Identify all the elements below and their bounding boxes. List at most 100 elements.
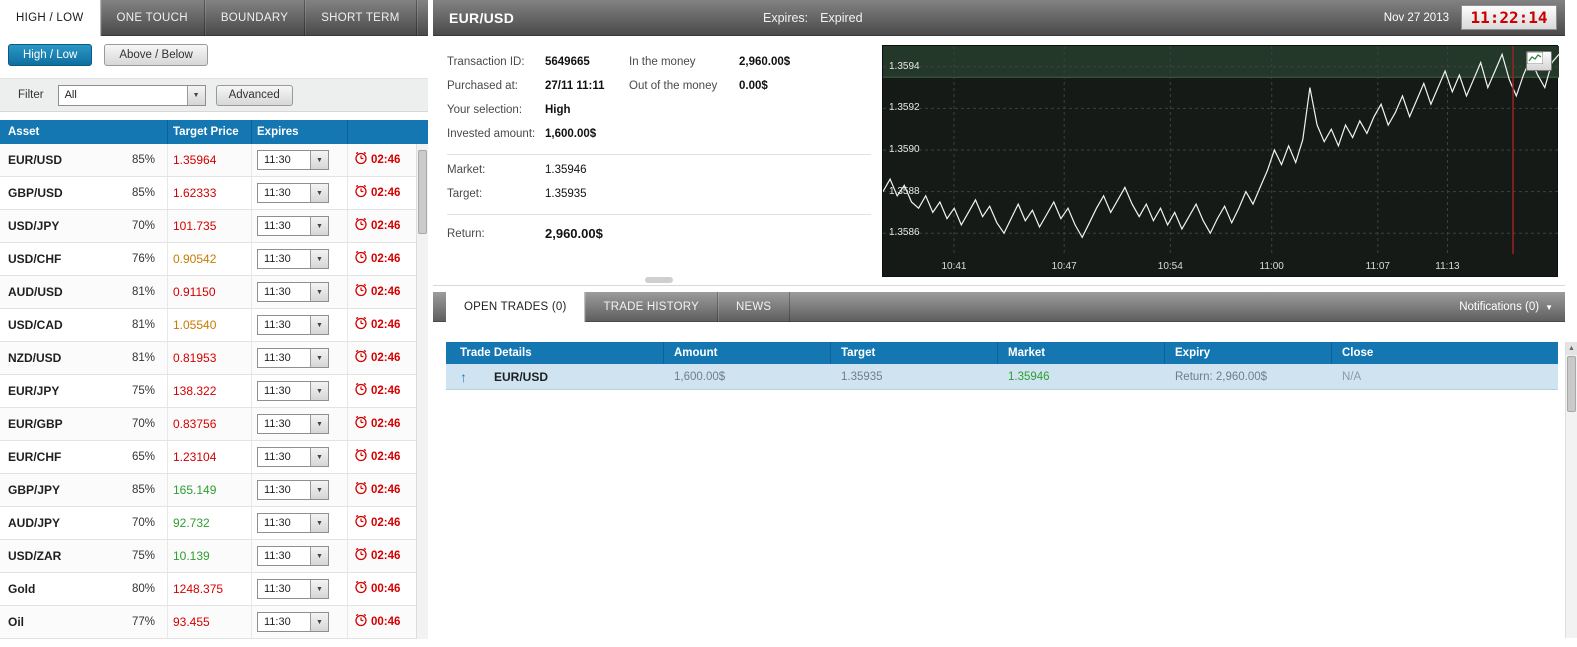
asset-row[interactable]: EUR/JPY 75% 138.322 11:30 ▼ xyxy=(0,375,416,408)
expires-select-value: 11:30 xyxy=(258,253,310,265)
expires-select[interactable]: 11:30 ▼ xyxy=(257,546,329,566)
countdown-time: 02:46 xyxy=(371,154,400,166)
asset-row[interactable]: NZD/USD 81% 0.81953 11:30 ▼ xyxy=(0,342,416,375)
asset-row[interactable]: EUR/USD 85% 1.35964 11:30 ▼ xyxy=(0,144,416,177)
scrollbar-thumb[interactable] xyxy=(1567,356,1576,412)
expires-column-header: Expires xyxy=(252,120,348,144)
dropdown-arrow-icon[interactable]: ▼ xyxy=(187,86,205,105)
asset-row[interactable]: AUD/JPY 70% 92.732 11:30 ▼ xyxy=(0,507,416,540)
expires-select-value: 11:30 xyxy=(258,550,310,562)
expires-select[interactable]: 11:30 ▼ xyxy=(257,150,329,170)
asset-row[interactable]: Oil 77% 93.455 11:30 ▼ xyxy=(0,606,416,639)
expires-select[interactable]: 11:30 ▼ xyxy=(257,414,329,434)
tab-short-term[interactable]: SHORT TERM xyxy=(305,0,416,36)
dropdown-arrow-icon[interactable]: ▼ xyxy=(310,382,328,400)
asset-row[interactable]: AUD/USD 81% 0.91150 11:30 ▼ xyxy=(0,276,416,309)
expires-select[interactable]: 11:30 ▼ xyxy=(257,381,329,401)
asset-payout: 75% xyxy=(132,385,167,397)
asset-name: NZD/USD xyxy=(0,351,132,365)
scroll-up-icon[interactable]: ▲ xyxy=(1566,342,1577,355)
dropdown-arrow-icon[interactable]: ▼ xyxy=(310,184,328,202)
tab-boundary[interactable]: BOUNDARY xyxy=(205,0,305,36)
dropdown-arrow-icon[interactable]: ▼ xyxy=(310,580,328,598)
asset-row[interactable]: GBP/JPY 85% 165.149 11:30 ▼ xyxy=(0,474,416,507)
dropdown-arrow-icon[interactable]: ▼ xyxy=(310,613,328,631)
dropdown-arrow-icon[interactable]: ▼ xyxy=(310,349,328,367)
asset-name: EUR/CHF xyxy=(0,450,132,464)
current-date: Nov 27 2013 xyxy=(1384,0,1449,36)
tab-trade-history[interactable]: TRADE HISTORY xyxy=(585,292,717,322)
market-value: 1.35946 xyxy=(545,164,587,176)
return-label: Return: xyxy=(447,228,485,240)
asset-row[interactable]: USD/ZAR 75% 10.139 11:30 ▼ xyxy=(0,540,416,573)
dropdown-arrow-icon[interactable]: ▼ xyxy=(310,151,328,169)
asset-target-price: 92.732 xyxy=(173,516,210,530)
asset-payout: 70% xyxy=(132,517,167,529)
expires-select[interactable]: 11:30 ▼ xyxy=(257,480,329,500)
high-low-mode-button[interactable]: High / Low xyxy=(8,44,92,66)
in-the-money-label: In the money xyxy=(629,56,695,68)
expires-select[interactable]: 11:30 ▼ xyxy=(257,216,329,236)
asset-target-price: 1.05540 xyxy=(173,318,216,332)
expires-select[interactable]: 11:30 ▼ xyxy=(257,612,329,632)
tab-one-touch[interactable]: ONE TOUCH xyxy=(101,0,205,36)
dropdown-arrow-icon[interactable]: ▼ xyxy=(310,283,328,301)
dropdown-arrow-icon[interactable]: ▼ xyxy=(310,481,328,499)
tab-high-low[interactable]: HIGH / LOW xyxy=(0,0,101,36)
tab-open-trades[interactable]: OPEN TRADES (0) xyxy=(446,292,585,322)
selection-label: Your selection: xyxy=(447,104,522,116)
filter-bar: Filter All ▼ Advanced xyxy=(0,78,428,112)
expires-select[interactable]: 11:30 ▼ xyxy=(257,447,329,467)
asset-payout: 77% xyxy=(132,616,167,628)
chart-x-tick: 11:13 xyxy=(1427,261,1467,272)
notifications-dropdown[interactable]: Notifications (0)▼ xyxy=(1447,292,1565,322)
asset-payout: 70% xyxy=(132,418,167,430)
asset-row[interactable]: EUR/CHF 65% 1.23104 11:30 ▼ xyxy=(0,441,416,474)
asset-row[interactable]: Gold 80% 1248.375 11:30 ▼ xyxy=(0,573,416,606)
expires-select[interactable]: 11:30 ▼ xyxy=(257,513,329,533)
countdown-time: 02:46 xyxy=(371,385,400,397)
expires-select[interactable]: 11:30 ▼ xyxy=(257,348,329,368)
expires-select[interactable]: 11:30 ▼ xyxy=(257,249,329,269)
asset-payout: 81% xyxy=(132,319,167,331)
above-below-mode-button[interactable]: Above / Below xyxy=(104,44,208,66)
trade-asset-title: EUR/USD xyxy=(449,0,514,36)
dropdown-arrow-icon[interactable]: ▼ xyxy=(310,316,328,334)
countdown-clock-icon xyxy=(354,415,368,434)
scrollbar-thumb[interactable] xyxy=(418,150,427,234)
asset-row[interactable]: USD/CHF 76% 0.90542 11:30 ▼ xyxy=(0,243,416,276)
bottom-panel-scrollbar[interactable]: ▲ xyxy=(1565,342,1577,638)
asset-name: AUD/JPY xyxy=(0,516,132,530)
asset-target-price: 93.455 xyxy=(173,615,210,629)
countdown-clock-icon xyxy=(354,151,368,170)
asset-row[interactable]: GBP/USD 85% 1.62333 11:30 ▼ xyxy=(0,177,416,210)
chart-type-button[interactable] xyxy=(1526,51,1552,71)
asset-row[interactable]: EUR/GBP 70% 0.83756 11:30 ▼ xyxy=(0,408,416,441)
open-trade-row[interactable]: ↑ EUR/USD 1,600.00$ 1.35935 1.35946 Retu… xyxy=(446,364,1558,390)
dropdown-arrow-icon[interactable]: ▼ xyxy=(310,547,328,565)
filter-select[interactable]: All ▼ xyxy=(58,85,206,106)
expires-select[interactable]: 11:30 ▼ xyxy=(257,579,329,599)
dropdown-arrow-icon[interactable]: ▼ xyxy=(310,217,328,235)
chart-y-tick: 1.3594 xyxy=(889,61,920,72)
asset-target-price: 10.139 xyxy=(173,549,210,563)
asset-name: USD/ZAR xyxy=(0,549,132,563)
asset-panel: HIGH / LOW ONE TOUCH BOUNDARY SHORT TERM… xyxy=(0,0,428,647)
asset-table-scrollbar[interactable] xyxy=(416,144,428,639)
asset-row[interactable]: USD/CAD 81% 1.05540 11:30 ▼ xyxy=(0,309,416,342)
trade-market: 1.35946 xyxy=(998,371,1165,383)
expires-select[interactable]: 11:30 ▼ xyxy=(257,315,329,335)
expires-select-value: 11:30 xyxy=(258,451,310,463)
panel-collapse-grip[interactable] xyxy=(645,277,673,283)
dropdown-arrow-icon[interactable]: ▼ xyxy=(310,448,328,466)
tab-news[interactable]: NEWS xyxy=(718,292,790,322)
asset-payout: 80% xyxy=(132,583,167,595)
asset-row[interactable]: USD/JPY 70% 101.735 11:30 ▼ xyxy=(0,210,416,243)
dropdown-arrow-icon[interactable]: ▼ xyxy=(310,415,328,433)
expires-select-value: 11:30 xyxy=(258,583,310,595)
expires-select[interactable]: 11:30 ▼ xyxy=(257,282,329,302)
dropdown-arrow-icon[interactable]: ▼ xyxy=(310,250,328,268)
expires-select[interactable]: 11:30 ▼ xyxy=(257,183,329,203)
dropdown-arrow-icon[interactable]: ▼ xyxy=(310,514,328,532)
advanced-button[interactable]: Advanced xyxy=(216,85,293,106)
